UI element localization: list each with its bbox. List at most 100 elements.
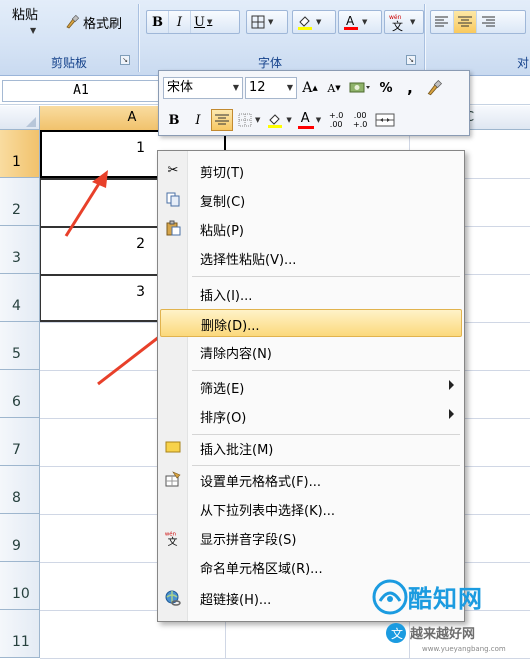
mini-toolbar-row-2: B I ▼ ▼ A ▼ +.0 .00 .00 +.0 [163,107,397,133]
font-group-label: 字体 [257,56,282,70]
alignment-buttons [430,10,526,34]
name-box[interactable]: A1 [2,80,160,102]
shrink-font-arrow-icon: ▼ [335,84,341,92]
menu-item-label: 复制(C) [200,195,246,210]
row-header-3[interactable]: 3 [0,226,40,274]
merge-center-button[interactable] [373,109,397,131]
font-color-icon: A ▼ [339,11,370,33]
mini-italic-button[interactable]: I [187,109,209,131]
align-left-button[interactable] [431,11,454,33]
menu-item-pick-from-list[interactable]: 从下拉列表中选择(K)... [160,495,462,523]
watermark: 酷知网 文 越来越好网 www.yueyangbang.com [366,575,530,659]
group-divider [424,4,425,72]
chevron-down-icon: ▼ [268,18,274,26]
format-painter-label: 格式刷 [83,16,123,32]
font-name-dropdown[interactable]: 宋体 ▼ [163,77,243,99]
grow-font-arrow-icon: ▲ [312,84,318,92]
font-size-dropdown[interactable]: 12 ▼ [245,77,297,99]
row-header-11[interactable]: 11 [0,610,40,658]
mini-bold-button[interactable]: B [163,109,185,131]
menu-item-cut[interactable]: ✂ 剪切(T) [160,157,462,185]
brush-icon [427,80,442,96]
row-header-9[interactable]: 9 [0,514,40,562]
menu-item-copy[interactable]: 复制(C) [160,186,462,214]
cell-a3[interactable]: 2 [40,226,145,274]
context-menu: ✂ 剪切(T) 复制(C) 粘贴(P) 选择性粘贴(V)... 插入(I)...… [157,150,465,622]
menu-item-label: 命名单元格区域(R)... [200,562,323,577]
row-header-4[interactable]: 4 [0,274,40,322]
menu-item-paste-special[interactable]: 选择性粘贴(V)... [160,244,462,272]
decrease-decimal-label: .00 [353,111,367,120]
menu-item-label: 显示拼音字段(S) [200,533,297,548]
shrink-font-button[interactable]: A ▼ [323,77,345,99]
dialog-launcher-icon[interactable]: ↘ [120,55,130,65]
paste-icon [164,220,182,238]
row-header-7[interactable]: 7 [0,418,40,466]
menu-item-filter[interactable]: 筛选(E) [160,373,462,401]
font-style-buttons: B I U ▼ [146,10,240,34]
menu-item-show-phonetic[interactable]: wén 文 显示拼音字段(S) [160,524,462,552]
accounting-format-button[interactable] [347,77,373,99]
menu-item-paste[interactable]: 粘贴(P) [160,215,462,243]
comma-style-button[interactable]: , [399,77,421,99]
menu-item-label: 从下拉列表中选择(K)... [200,504,336,519]
chevron-down-icon: ▼ [362,18,368,26]
bold-button[interactable]: B [147,11,169,33]
brush-icon [66,14,80,29]
row-header-2[interactable]: 2 [0,178,40,226]
menu-item-label: 设置单元格格式(F)... [200,475,322,490]
row-header-5[interactable]: 5 [0,322,40,370]
align-center-button[interactable] [454,11,477,33]
select-all-corner[interactable] [0,106,40,130]
align-right-button[interactable] [477,11,499,33]
chevron-down-icon: ▼ [255,116,261,124]
font-color-icon: A [297,111,314,129]
menu-item-delete[interactable]: 删除(D)... [160,309,462,337]
font-color-button[interactable]: A ▼ [338,10,382,34]
border-button[interactable]: ▼ [246,10,288,34]
phonetic-button[interactable]: wén 文 ▼ [384,10,424,34]
mini-center-button[interactable] [211,109,233,131]
format-painter-button[interactable]: 格式刷 [64,12,122,32]
menu-item-label: 排序(O) [200,411,247,426]
paste-button[interactable]: 粘贴 ▼ [6,0,50,52]
increase-decimal-button[interactable]: +.0 .00 [325,109,347,131]
fill-color-button[interactable]: ▼ [292,10,336,34]
money-icon [349,82,370,93]
mini-fill-color-button[interactable]: ▼ [264,109,293,131]
menu-item-sort[interactable]: 排序(O) [160,402,462,430]
group-divider [138,4,139,72]
decrease-decimal-button[interactable]: .00 +.0 [349,109,371,131]
percent-style-button[interactable]: % [375,77,397,99]
mini-borders-button[interactable]: ▼ [235,109,262,131]
ribbon: 粘贴 ▼ 格式刷 剪贴板 ↘ B I U ▼ ▼ ▼ A ▼ wén 文 ▼ 字… [0,0,530,76]
menu-item-label: 清除内容(N) [200,347,272,362]
menu-item-clear-contents[interactable]: 清除内容(N) [160,338,462,366]
row-header-1[interactable]: 1 [0,130,40,178]
dialog-launcher-icon[interactable]: ↘ [406,55,416,65]
svg-text:文: 文 [168,535,178,547]
grow-font-button[interactable]: A ▲ [299,77,321,99]
font-size-value: 12 [249,80,266,95]
watermark-badge-icon: 文 [386,623,406,643]
chevron-down-icon: ▼ [410,18,416,26]
row-header-8[interactable]: 8 [0,466,40,514]
watermark-url: www.yueyangbang.com [422,645,506,653]
corner-triangle-icon [26,117,36,127]
format-painter-mini-button[interactable] [423,77,445,99]
mini-font-color-button[interactable]: A ▼ [296,109,323,131]
comment-icon [164,439,182,457]
underline-label: U [194,14,205,30]
phonetic-icon: wén 文 ▼ [385,11,418,33]
chevron-down-icon: ▼ [286,83,293,92]
scissors-icon: ✂ [167,163,179,178]
menu-item-insert-comment[interactable]: 插入批注(M) [160,434,462,462]
menu-item-label: 剪切(T) [200,166,245,181]
cell-a4[interactable]: 3 [40,274,145,322]
italic-button[interactable]: I [169,11,191,33]
row-header-6[interactable]: 6 [0,370,40,418]
menu-item-format-cells[interactable]: 设置单元格格式(F)... [160,466,462,494]
menu-item-insert[interactable]: 插入(I)... [160,280,462,308]
row-header-10[interactable]: 10 [0,562,40,610]
underline-button[interactable]: U ▼ [191,11,215,33]
